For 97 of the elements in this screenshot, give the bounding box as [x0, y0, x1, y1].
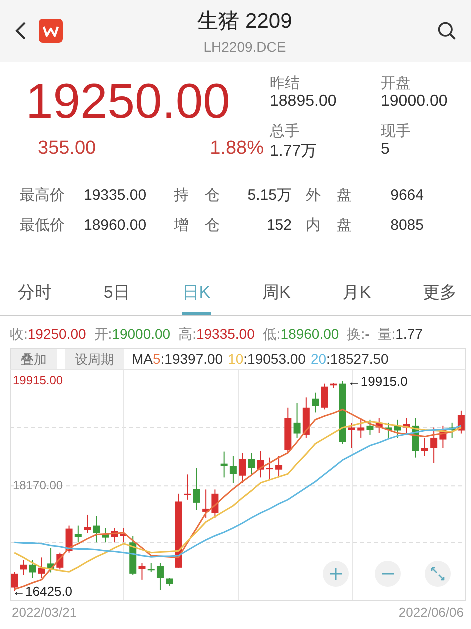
period-tab[interactable]: 月K — [342, 273, 372, 315]
extreme-price-marker: ←16425.0 — [12, 584, 73, 600]
candlestick — [412, 418, 420, 458]
candlestick — [358, 418, 365, 438]
candlestick — [330, 382, 338, 389]
ohlc-value: 换:- — [347, 326, 370, 344]
candlestick — [321, 383, 328, 410]
candlestick — [366, 419, 374, 436]
candlestick — [294, 402, 301, 438]
ohlc-value: 高:19335.00 — [178, 326, 255, 344]
ohlc-value: 量:1.77 — [378, 326, 423, 344]
candlestick — [384, 422, 392, 438]
period-tab[interactable]: 分时 — [18, 273, 52, 315]
contract-code: LH2209.DCE — [204, 39, 286, 55]
candlestick — [193, 468, 200, 511]
detail-value: 5.15万 — [246, 186, 292, 205]
price-change: 355.00 — [38, 138, 96, 160]
candlestick — [248, 452, 256, 476]
candlestick — [38, 557, 46, 579]
stat-value: 1.77万 — [270, 142, 318, 162]
detail-value: 19335.00 — [84, 187, 148, 204]
candlestick — [48, 548, 55, 574]
candlestick — [102, 528, 110, 544]
candlestick — [440, 425, 447, 449]
candlestick — [266, 457, 274, 481]
candlestick — [212, 489, 219, 518]
back-icon[interactable] — [15, 21, 27, 41]
date-label: 2022/03/21 — [12, 605, 78, 620]
axis-label: 18170.00 — [13, 478, 64, 492]
candlestick — [20, 560, 28, 576]
moving-average-legend: MA5:19397.00 10:19053.00 20:18527.50 — [132, 351, 389, 367]
detail-label: 持 仓 — [174, 186, 222, 205]
candlestick — [184, 474, 192, 500]
detail-label: 最低价 — [20, 216, 66, 235]
candlestick — [276, 456, 283, 478]
ohlc-value: 收:19250.00 — [10, 326, 86, 344]
candlestick — [302, 397, 310, 438]
detail-label: 外 盘 — [306, 186, 354, 205]
candlestick — [202, 489, 210, 518]
candlestick — [403, 418, 410, 434]
detail-label: 最高价 — [20, 186, 66, 205]
chart-option-button[interactable]: 设周期 — [65, 349, 124, 369]
candlestick — [93, 516, 100, 544]
candlestick — [376, 418, 383, 434]
candlestick — [394, 419, 402, 438]
candlestick — [239, 452, 246, 484]
candlestick — [111, 528, 118, 544]
detail-value: 152 — [266, 217, 292, 234]
candlestick — [29, 560, 36, 579]
candlestick — [339, 380, 346, 444]
period-tab[interactable]: 周K — [262, 273, 291, 315]
stat-value: 19000.00 — [381, 93, 449, 111]
stat-label: 昨结 — [270, 74, 301, 93]
candlestick — [84, 514, 92, 534]
stat-label: 总手 — [270, 122, 301, 140]
candlestick — [421, 437, 428, 457]
date-label: 2022/06/06 — [398, 605, 464, 620]
candlestick — [138, 562, 146, 580]
app-logo-icon[interactable] — [39, 19, 63, 43]
stat-value: 18895.00 — [270, 93, 338, 111]
extreme-price-marker: ←19915.0 — [348, 374, 408, 390]
page-title: 生猪 2209 — [198, 9, 292, 35]
candlestick — [348, 422, 356, 449]
candlestick — [156, 562, 164, 591]
zoom-in-button[interactable] — [323, 561, 349, 587]
ohlc-value: 低:18960.00 — [262, 326, 340, 344]
candlestick — [148, 562, 155, 573]
candlestick — [130, 536, 137, 576]
period-tab[interactable]: 5日 — [104, 273, 130, 315]
detail-value: 9664 — [390, 187, 424, 204]
stat-value: 5 — [381, 140, 391, 158]
candlestick — [230, 456, 237, 484]
ohlc-value: 开:19000.00 — [94, 326, 171, 344]
detail-label: 内 盘 — [306, 216, 354, 235]
candlestick — [74, 525, 82, 544]
stat-label: 开盘 — [381, 74, 412, 93]
change-percent: 1.88% — [210, 138, 264, 160]
period-tab[interactable]: 更多 — [422, 273, 457, 315]
last-price: 19250.00 — [26, 74, 232, 130]
chart-option-button[interactable]: 叠加 — [11, 349, 57, 369]
fullscreen-button[interactable] — [425, 561, 451, 587]
candlestick — [166, 578, 174, 586]
detail-value: 8085 — [390, 217, 424, 234]
candlestick — [257, 450, 264, 478]
stat-label: 现手 — [381, 122, 412, 140]
detail-value: 18960.00 — [84, 217, 148, 234]
candlestick — [312, 392, 320, 414]
candlestick — [448, 422, 456, 438]
axis-label: 19915.00 — [13, 373, 64, 388]
candlestick — [430, 427, 438, 464]
candlestick — [56, 552, 64, 570]
candlestick — [120, 528, 128, 544]
candlestick — [458, 410, 465, 434]
search-icon[interactable] — [437, 21, 457, 41]
candlestick — [220, 451, 228, 478]
candlestick — [284, 407, 292, 454]
detail-label: 增 仓 — [174, 216, 222, 235]
